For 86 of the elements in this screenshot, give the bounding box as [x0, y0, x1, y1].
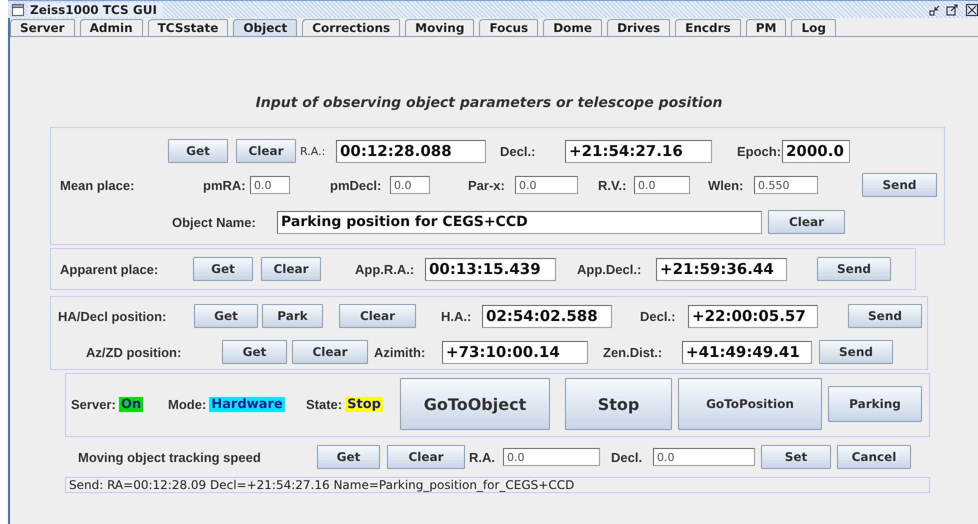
input-field[interactable]: +21:54:27.16	[565, 140, 712, 162]
input-field[interactable]: +73:10:00.14	[442, 340, 588, 364]
action-button[interactable]: Get	[193, 257, 253, 281]
form-heading: Input of observing object parameters or telescope position	[256, 95, 722, 111]
field-label: Epoch:	[737, 144, 782, 158]
tab[interactable]: PM	[746, 19, 786, 36]
input-field[interactable]: 0.0	[653, 448, 755, 466]
input-field[interactable]: 0.550	[754, 176, 818, 194]
field-label: R.A.:	[300, 144, 326, 158]
status-value: On	[118, 396, 144, 412]
field-label: Decl.:	[640, 308, 676, 324]
action-button[interactable]: Stop	[565, 378, 672, 430]
action-button[interactable]: Send	[817, 257, 891, 281]
input-field[interactable]: 0.0	[515, 176, 578, 194]
action-button[interactable]: Get	[317, 445, 380, 469]
tab[interactable]: Encdrs	[675, 19, 741, 36]
field-label: App.Decl.:	[577, 262, 642, 276]
action-button[interactable]: Clear	[768, 210, 845, 234]
input-field[interactable]: +41:49:49.41	[682, 340, 812, 364]
action-button[interactable]: Send	[819, 340, 893, 364]
input-field[interactable]: Parking position for CEGS+CCD	[277, 210, 762, 234]
tab[interactable]: Dome	[543, 19, 602, 36]
input-field[interactable]: 0.0	[250, 176, 290, 194]
input-field[interactable]: 00:13:15.439	[425, 258, 556, 280]
action-button[interactable]: Clear	[261, 257, 321, 281]
field-label: Decl.	[611, 450, 644, 464]
field-label: R.A.	[469, 450, 496, 464]
input-field[interactable]: 0.0	[634, 176, 690, 194]
maximize-icon[interactable]	[946, 4, 958, 16]
field-label: Az/ZD position:	[86, 344, 182, 360]
action-button[interactable]: Send	[862, 173, 937, 197]
field-label: Azimith:	[374, 344, 426, 360]
action-button[interactable]: GoToObject	[400, 378, 550, 430]
field-label: Moving object tracking speed	[78, 450, 262, 464]
action-button[interactable]: Parking	[828, 386, 922, 422]
status-label: Mode:	[168, 396, 206, 412]
field-label: R.V.:	[598, 178, 628, 192]
action-button[interactable]: Get	[168, 139, 228, 163]
status-label: Server:	[71, 396, 116, 412]
field-label: Apparent place:	[60, 262, 160, 276]
status-value: Hardware	[209, 396, 285, 412]
action-button[interactable]: Park	[262, 304, 323, 328]
action-button[interactable]: Send	[848, 304, 922, 328]
field-label: Mean place:	[60, 178, 136, 192]
action-button[interactable]: Clear	[292, 340, 368, 364]
field-label: Decl.:	[500, 144, 536, 158]
tab[interactable]: TCSstate	[148, 19, 228, 36]
action-button[interactable]: Get	[222, 340, 287, 364]
input-field[interactable]: +21:59:36.44	[656, 258, 787, 280]
action-button[interactable]: Cancel	[837, 445, 911, 469]
tab[interactable]: Admin	[80, 19, 143, 36]
status-bar: Send: RA=00:12:28.09 Decl=+21:54:27.16 Name=Parking_position_for_CEGS+CCD	[65, 477, 930, 493]
input-field[interactable]: 0.0	[503, 448, 600, 466]
field-label: H.A.:	[441, 308, 472, 324]
input-field[interactable]: +22:00:05.57	[688, 304, 818, 328]
field-label: Wlen:	[708, 178, 744, 192]
tab[interactable]: Moving	[405, 19, 474, 36]
tab[interactable]: Corrections	[302, 19, 400, 36]
tab[interactable]: Log	[791, 19, 836, 36]
field-label: Par-x:	[468, 178, 506, 192]
action-button[interactable]: Get	[194, 304, 258, 328]
field-label: App.R.A.:	[355, 262, 416, 276]
action-button[interactable]: Set	[761, 445, 831, 469]
window-icon	[12, 4, 24, 16]
action-button[interactable]: Clear	[339, 304, 416, 328]
action-button[interactable]: Clear	[387, 445, 465, 469]
status-value: Stop	[345, 396, 383, 412]
window-title: Zeiss1000 TCS GUI	[28, 2, 163, 16]
field-label: Zen.Dist.:	[603, 344, 664, 360]
minimize-icon[interactable]	[929, 4, 941, 16]
tab[interactable]: Server	[10, 19, 75, 36]
close-icon[interactable]	[966, 4, 978, 16]
action-button[interactable]: GoToPosition	[678, 378, 822, 430]
input-field[interactable]: 2000.0	[782, 140, 850, 162]
field-label: Object Name:	[172, 214, 257, 230]
input-field[interactable]: 02:54:02.588	[482, 304, 612, 328]
input-field[interactable]: 00:12:28.088	[336, 140, 486, 162]
input-field[interactable]: 0.0	[390, 176, 430, 194]
field-label: pmRA:	[203, 178, 247, 192]
tab[interactable]: Drives	[607, 19, 670, 36]
field-label: pmDecl:	[330, 178, 382, 192]
status-label: State:	[306, 396, 342, 412]
tab[interactable]: Object	[233, 19, 298, 36]
field-label: HA/Decl position:	[58, 308, 168, 324]
tab[interactable]: Focus	[479, 19, 538, 36]
action-button[interactable]: Clear	[236, 139, 296, 163]
